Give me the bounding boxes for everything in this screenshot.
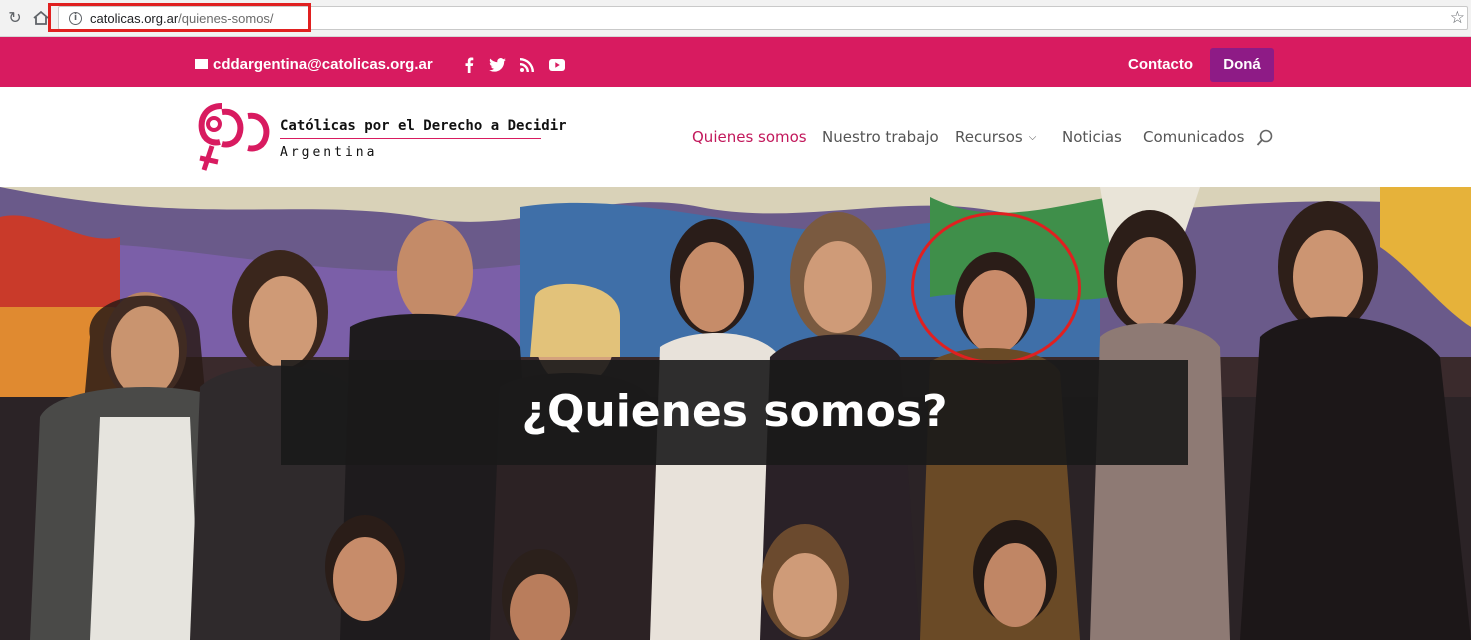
chevron-down-icon: ⌵: [1028, 132, 1037, 143]
email-link[interactable]: cddargentina@catolicas.org.ar: [195, 56, 433, 73]
brand-name: Católicas por el Derecho a Decidir: [280, 118, 567, 134]
search-icon[interactable]: [1256, 129, 1274, 147]
facebook-icon[interactable]: [460, 56, 478, 74]
menu-item-noticias[interactable]: Noticias: [1062, 128, 1122, 146]
site-header: Católicas por el Derecho a Decidir Argen…: [0, 87, 1471, 187]
rss-icon[interactable]: [518, 56, 536, 74]
menu-item-quienes-somos[interactable]: Quienes somos: [692, 128, 807, 146]
menu-item-comunicados[interactable]: Comunicados: [1143, 128, 1244, 146]
brand-divider: [280, 138, 541, 139]
brand-country: Argentina: [280, 145, 378, 160]
page-title: ¿Quienes somos?: [521, 386, 948, 437]
hero-title-band: ¿Quienes somos?: [281, 360, 1188, 465]
donate-button[interactable]: Doná: [1210, 48, 1274, 82]
contact-link[interactable]: Contacto: [1128, 56, 1193, 73]
envelope-icon: [195, 59, 208, 69]
logo-mark-icon: [198, 103, 270, 171]
site-logo[interactable]: Católicas por el Derecho a Decidir Argen…: [196, 100, 567, 174]
star-icon[interactable]: ☆: [1450, 8, 1465, 28]
menu-item-recursos-label: Recursos: [955, 128, 1023, 146]
url-highlight-annotation: [48, 3, 311, 32]
browser-toolbar: ↻ i catolicas.org.ar/quienes-somos/ ☆: [0, 0, 1471, 37]
twitter-icon[interactable]: [488, 56, 506, 74]
top-bar: cddargentina@catolicas.org.ar Contacto D…: [0, 37, 1471, 87]
menu-item-recursos[interactable]: Recursos ⌵: [955, 128, 1036, 146]
menu-item-nuestro-trabajo[interactable]: Nuestro trabajo: [822, 128, 939, 146]
email-text: cddargentina@catolicas.org.ar: [213, 56, 433, 73]
reload-icon[interactable]: ↻: [6, 9, 24, 27]
hero-banner: ¿Quienes somos?: [0, 187, 1471, 640]
face-highlight-annotation: [911, 212, 1081, 364]
youtube-icon[interactable]: [548, 56, 566, 74]
